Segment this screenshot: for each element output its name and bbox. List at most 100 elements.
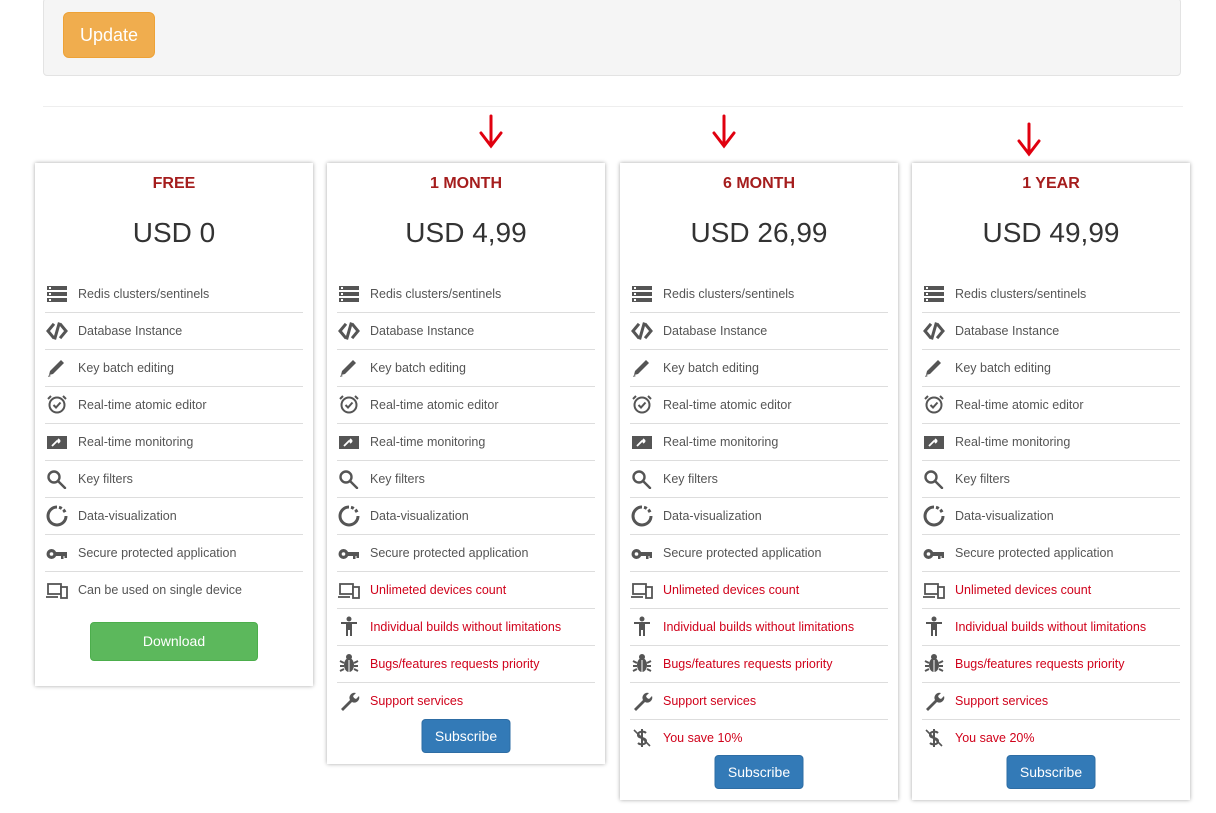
feature-item: Bugs/features requests priority xyxy=(630,646,888,683)
feature-item: Individual builds without limitations xyxy=(337,609,595,646)
feature-label: Database Instance xyxy=(955,324,1060,338)
feature-item: Real-time atomic editor xyxy=(630,387,888,424)
bug-icon xyxy=(630,653,654,675)
subscribe-button[interactable]: Subscribe xyxy=(714,755,804,789)
feature-label: Data-visualization xyxy=(663,509,762,523)
feature-list: Redis clusters/sentinels Database Instan… xyxy=(922,275,1180,756)
plan-card-1-year: 1 YEAR USD 49,99 Redis clusters/sentinel… xyxy=(912,163,1190,800)
feature-item: Secure protected application xyxy=(337,535,595,572)
feature-item: You save 20% xyxy=(922,720,1180,756)
feature-label: Key batch editing xyxy=(370,361,466,375)
feature-label: Data-visualization xyxy=(78,509,177,523)
feature-label: Key batch editing xyxy=(955,361,1051,375)
subscribe-button[interactable]: Subscribe xyxy=(1006,755,1096,789)
key-icon xyxy=(45,542,69,564)
alarm-clock-icon xyxy=(922,394,946,416)
feature-item: Data-visualization xyxy=(922,498,1180,535)
update-button[interactable]: Update xyxy=(63,12,155,58)
savings-label: You save 20% xyxy=(955,731,1035,745)
feature-label: Key filters xyxy=(370,472,425,486)
bug-icon xyxy=(337,653,361,675)
key-icon xyxy=(337,542,361,564)
search-icon xyxy=(630,468,654,490)
red-arrow-annotation xyxy=(712,114,736,149)
code-icon xyxy=(337,320,361,342)
feature-label: Real-time atomic editor xyxy=(370,398,499,412)
plan-price: USD 49,99 xyxy=(982,217,1120,248)
feature-item: Can be used on single device xyxy=(45,572,303,608)
alarm-clock-icon xyxy=(630,394,654,416)
feature-label: Unlimeted devices count xyxy=(370,583,507,597)
feature-item: Real-time monitoring xyxy=(337,424,595,461)
feature-item: Unlimeted devices count xyxy=(630,572,888,609)
code-icon xyxy=(45,320,69,342)
feature-label: Key batch editing xyxy=(78,361,174,375)
feature-item: Real-time monitoring xyxy=(630,424,888,461)
feature-item: Database Instance xyxy=(630,313,888,350)
feature-label: Redis clusters/sentinels xyxy=(955,286,1087,301)
feature-item: Database Instance xyxy=(337,313,595,350)
pencil-icon xyxy=(922,357,946,379)
feature-label: Individual builds without limitations xyxy=(955,620,1147,634)
pie-chart-icon xyxy=(922,505,946,527)
search-icon xyxy=(337,468,361,490)
savings-label: You save 10% xyxy=(663,731,743,745)
plan-price: USD 0 xyxy=(132,217,216,248)
search-icon xyxy=(922,468,946,490)
plan-title: 1 MONTH xyxy=(430,175,502,192)
feature-label: Database Instance xyxy=(78,324,183,338)
feature-item: Key batch editing xyxy=(45,350,303,387)
server-icon xyxy=(630,283,654,305)
bug-icon xyxy=(922,653,946,675)
person-icon xyxy=(630,616,654,638)
feature-item: Support services xyxy=(922,683,1180,720)
settings-well: Update xyxy=(43,0,1181,76)
download-button[interactable]: Download xyxy=(90,622,258,661)
feature-label: Redis clusters/sentinels xyxy=(370,286,502,301)
feature-item: Key batch editing xyxy=(630,350,888,387)
feature-label: Bugs/features requests priority xyxy=(370,657,540,671)
feature-label: Key batch editing xyxy=(663,361,759,375)
feature-list: Redis clusters/sentinels Database Instan… xyxy=(45,275,303,608)
feature-item: Key batch editing xyxy=(922,350,1180,387)
feature-item: Redis clusters/sentinels xyxy=(922,275,1180,313)
feature-label: Real-time monitoring xyxy=(370,435,486,449)
feature-label: Data-visualization xyxy=(370,509,469,523)
feature-item: Real-time monitoring xyxy=(922,424,1180,461)
feature-item: Redis clusters/sentinels xyxy=(337,275,595,313)
feature-item: Database Instance xyxy=(922,313,1180,350)
monitor-icon xyxy=(630,431,654,453)
plan-title: FREE xyxy=(152,175,196,192)
wrench-icon xyxy=(630,690,654,712)
key-icon xyxy=(922,542,946,564)
pencil-icon xyxy=(45,357,69,379)
devices-icon xyxy=(922,579,946,601)
code-icon xyxy=(630,320,654,342)
devices-icon xyxy=(337,579,361,601)
pie-chart-icon xyxy=(337,505,361,527)
feature-item: Secure protected application xyxy=(630,535,888,572)
person-icon xyxy=(922,616,946,638)
subscribe-button[interactable]: Subscribe xyxy=(421,719,511,753)
feature-item: Redis clusters/sentinels xyxy=(45,275,303,313)
feature-item: Key filters xyxy=(630,461,888,498)
feature-item: Unlimeted devices count xyxy=(922,572,1180,609)
feature-label: Unlimeted devices count xyxy=(955,583,1092,597)
feature-item: Bugs/features requests priority xyxy=(337,646,595,683)
feature-item: Unlimeted devices count xyxy=(337,572,595,609)
feature-item: Key filters xyxy=(337,461,595,498)
server-icon xyxy=(337,283,361,305)
red-arrow-annotation xyxy=(479,114,503,149)
pencil-icon xyxy=(630,357,654,379)
feature-label: Support services xyxy=(370,694,464,708)
feature-label: Database Instance xyxy=(370,324,475,338)
feature-item: Redis clusters/sentinels xyxy=(630,275,888,313)
feature-item: Secure protected application xyxy=(922,535,1180,572)
feature-item: Bugs/features requests priority xyxy=(922,646,1180,683)
feature-label: Individual builds without limitations xyxy=(663,620,855,634)
feature-item: Key filters xyxy=(45,461,303,498)
feature-item: Support services xyxy=(337,683,595,719)
feature-item: Support services xyxy=(630,683,888,720)
feature-item: Data-visualization xyxy=(337,498,595,535)
wrench-icon xyxy=(922,690,946,712)
